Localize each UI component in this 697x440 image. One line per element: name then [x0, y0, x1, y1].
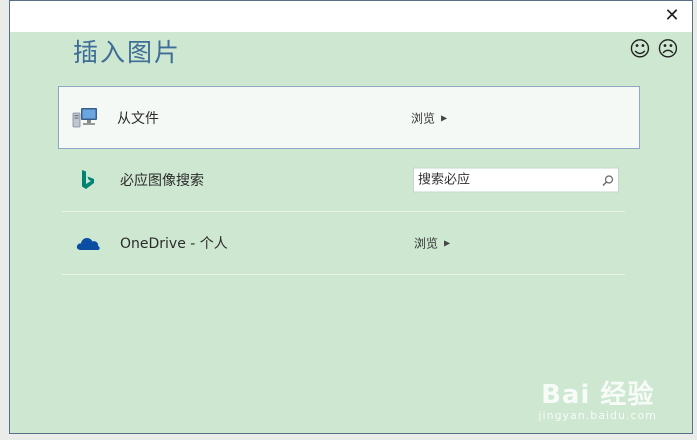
row-onedrive[interactable]: OneDrive - 个人 浏览 ▶: [62, 212, 625, 275]
browse-label: 浏览: [411, 111, 436, 125]
title-bar: ✕: [10, 1, 692, 32]
computer-icon: [71, 106, 99, 130]
bing-search-box: [413, 167, 619, 193]
row-from-file[interactable]: 从文件 浏览 ▶: [58, 86, 640, 149]
row-label-onedrive: OneDrive - 个人: [120, 236, 228, 252]
close-icon: ✕: [664, 4, 680, 26]
triangle-right-icon: ▶: [441, 113, 448, 122]
watermark-url: jingyan.baidu.com: [538, 409, 657, 422]
smile-icon[interactable]: ☺: [629, 38, 651, 59]
bing-search-input[interactable]: [414, 168, 600, 192]
triangle-right-icon: ▶: [444, 238, 451, 248]
watermark-text: Bai 经验: [541, 380, 655, 410]
insert-picture-dialog: ✕ 插入图片 ☺ ☹ 从文件 浏览 ▶ 必应图像搜索 搜索必应 OneDrive…: [9, 0, 693, 434]
row-label-bing-search: 必应图像搜索: [120, 173, 204, 189]
browse-label: 浏览: [414, 236, 439, 251]
browse-from-file-button[interactable]: 浏览 ▶: [411, 109, 447, 126]
onedrive-cloud-icon: [74, 231, 102, 255]
baidu-jingyan-watermark: Bai 经验 jingyan.baidu.com: [538, 374, 657, 422]
search-icon[interactable]: [600, 172, 616, 188]
browse-onedrive-button[interactable]: 浏览 ▶: [414, 235, 450, 252]
row-bing-search: 必应图像搜索: [62, 149, 625, 212]
feedback-area: ☺ ☹: [629, 38, 679, 59]
dialog-title: 插入图片: [73, 38, 182, 67]
row-label-from-file: 从文件: [117, 110, 159, 127]
bing-icon: [74, 168, 102, 192]
close-button[interactable]: ✕: [662, 4, 682, 26]
frown-icon[interactable]: ☹: [657, 38, 679, 59]
